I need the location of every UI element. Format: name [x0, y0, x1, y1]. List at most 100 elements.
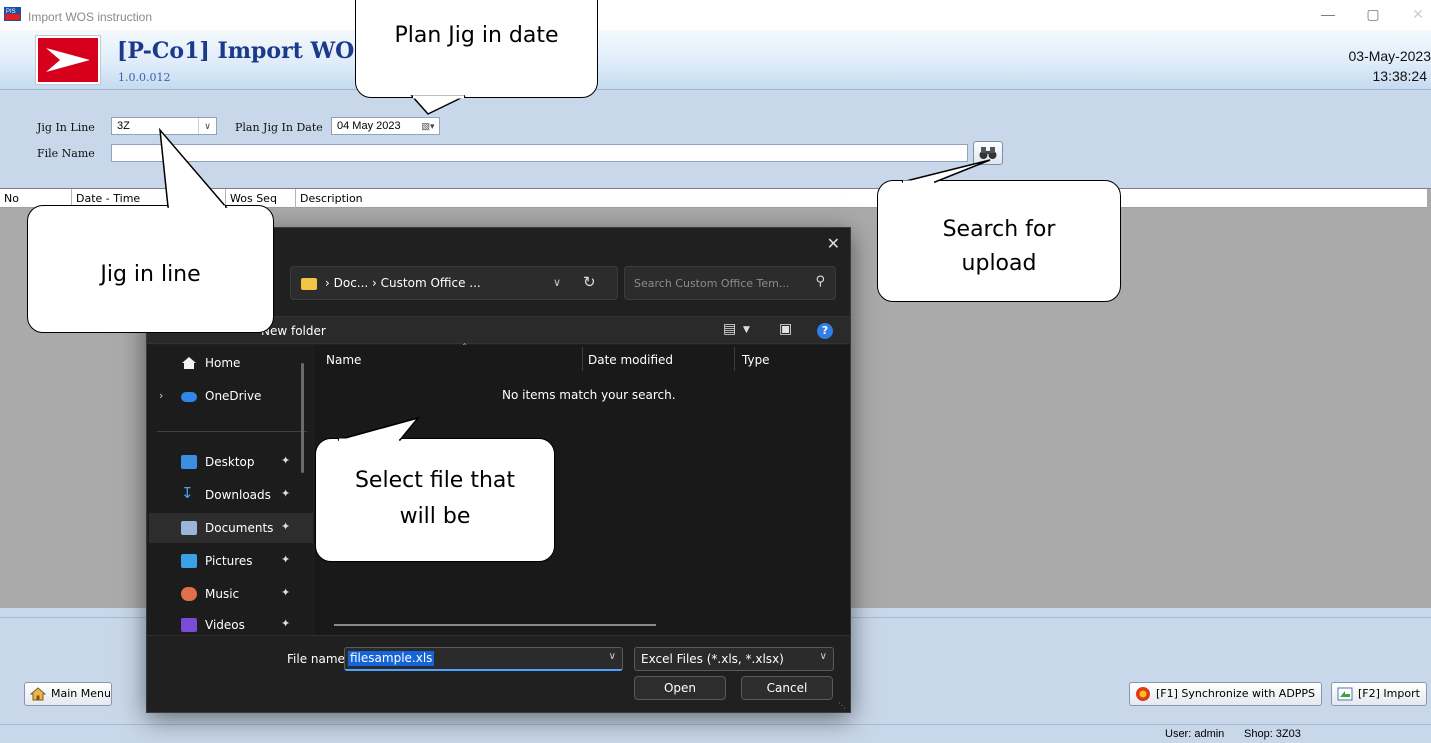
binoculars-icon — [979, 147, 997, 159]
search-placeholder: Search Custom Office Tem... — [634, 277, 790, 290]
music-icon — [181, 587, 197, 601]
calendar-dropdown-icon[interactable]: ▧▾ — [417, 118, 439, 134]
pin-icon[interactable]: ✦ — [281, 454, 290, 467]
svg-text:PIS: PIS — [6, 9, 16, 15]
callout-plan-date: Plan Jig in date — [355, 0, 598, 98]
column-separator[interactable] — [582, 347, 583, 371]
dialog-close-button[interactable]: ✕ — [827, 234, 840, 253]
pin-icon[interactable]: ✦ — [281, 617, 290, 630]
desktop-icon — [181, 455, 197, 469]
nav-label: Videos — [205, 618, 245, 632]
preview-pane-icon[interactable]: ▣ — [779, 321, 792, 337]
plan-jig-in-date-picker[interactable]: 04 May 2023 ▧▾ — [331, 117, 440, 135]
document-icon — [181, 521, 197, 535]
header-date: 03-May-2023 — [1348, 48, 1431, 64]
import-button[interactable]: [F2] Import — [1331, 682, 1427, 706]
view-options-icon[interactable]: ▤ — [723, 321, 736, 337]
jig-in-line-label: Jig In Line — [37, 121, 95, 134]
callout-select-file-line2: will be — [399, 504, 471, 529]
video-icon — [181, 618, 197, 632]
plan-jig-in-date-value: 04 May 2023 — [337, 120, 401, 132]
refresh-icon[interactable]: ↻ — [583, 273, 596, 291]
file-type-select[interactable]: Excel Files (*.xls, *.xlsx) ∨ — [634, 647, 834, 671]
nav-label: Pictures — [205, 554, 253, 568]
brand-logo-mark — [46, 48, 90, 72]
nav-label: OneDrive — [205, 389, 262, 403]
nav-desktop[interactable]: Desktop ✦ — [149, 447, 313, 477]
main-menu-button[interactable]: Main Menu — [24, 682, 112, 706]
nav-home[interactable]: Home — [149, 348, 313, 378]
callout-search-upload-line1: Search for — [942, 217, 1056, 242]
main-menu-label: Main Menu — [51, 687, 111, 700]
help-icon[interactable]: ? — [817, 323, 833, 339]
nav-music[interactable]: Music ✦ — [149, 579, 313, 609]
minimize-button[interactable]: — — [1316, 6, 1340, 22]
file-name-label: File name: — [287, 652, 349, 666]
download-icon: ↧ — [181, 484, 194, 502]
callout-select-file-line1: Select file that — [354, 468, 516, 493]
nav-label: Downloads — [205, 488, 271, 502]
close-window-button[interactable]: ✕ — [1406, 6, 1430, 23]
app-header: [P-Co1] Import WOS in 1.0.0.012 03-May-2… — [0, 30, 1431, 90]
picture-icon — [181, 554, 197, 568]
brand-logo — [35, 35, 101, 85]
column-name[interactable]: Name — [326, 353, 361, 367]
dialog-nav-pane: Home › OneDrive Desktop ✦ ↧ Downloads ✦ … — [147, 345, 313, 635]
sync-button[interactable]: [F1] Synchronize with ADPPS — [1129, 682, 1322, 706]
address-path: › Doc... › Custom Office ... — [325, 276, 481, 290]
horizontal-scrollbar[interactable] — [334, 624, 656, 626]
nav-documents[interactable]: Documents ✦ — [149, 513, 313, 543]
column-date-modified[interactable]: Date modified — [588, 353, 673, 367]
app-version: 1.0.0.012 — [118, 71, 171, 84]
chevron-down-icon[interactable]: ∨ — [553, 276, 561, 289]
maximize-button[interactable]: ▢ — [1361, 6, 1385, 23]
empty-message: No items match your search. — [502, 388, 676, 402]
status-shop: Shop: 3Z03 — [1244, 728, 1301, 740]
chevron-down-icon[interactable]: ∨ — [609, 651, 616, 662]
status-user: User: admin — [1165, 728, 1225, 740]
callout-jig-line: Jig in line — [27, 205, 274, 333]
home-icon — [181, 356, 197, 370]
chevron-down-icon: ∨ — [198, 118, 216, 134]
file-name-value[interactable]: filesample.xls — [348, 651, 435, 666]
folder-icon — [301, 278, 317, 290]
chevron-down-icon[interactable]: ▼ — [743, 325, 750, 335]
address-bar[interactable]: › Doc... › Custom Office ... ∨ ↻ — [290, 266, 618, 300]
sync-icon — [1136, 687, 1150, 701]
home-icon — [30, 687, 46, 701]
resize-grip-icon[interactable]: ⋱ — [838, 701, 846, 710]
column-type[interactable]: Type — [742, 353, 770, 367]
pin-icon[interactable]: ✦ — [281, 520, 290, 533]
nav-separator — [157, 431, 307, 432]
chevron-right-icon[interactable]: › — [159, 389, 163, 402]
column-separator[interactable] — [734, 347, 735, 371]
nav-scrollbar[interactable] — [301, 363, 304, 473]
plan-jig-in-date-label: Plan Jig In Date — [235, 121, 323, 134]
sync-label: [F1] Synchronize with ADPPS — [1156, 687, 1316, 700]
callout-select-file-tail — [337, 416, 421, 442]
nav-pictures[interactable]: Pictures ✦ — [149, 546, 313, 576]
file-name-combo[interactable]: filesample.xls ∨ — [344, 647, 623, 671]
pin-icon[interactable]: ✦ — [281, 553, 290, 566]
callout-search-upload: Search for upload — [877, 180, 1121, 302]
pin-icon[interactable]: ✦ — [281, 487, 290, 500]
import-label: [F2] Import — [1358, 687, 1420, 700]
import-icon — [1337, 687, 1353, 701]
nav-label: Home — [205, 356, 241, 370]
callout-plan-date-text: Plan Jig in date — [394, 23, 559, 48]
header-time: 13:38:24 — [1372, 68, 1428, 84]
window-titlebar: PIS Import WOS instruction — ▢ ✕ — [0, 0, 1431, 30]
search-box[interactable]: Search Custom Office Tem... ⚲ — [624, 266, 836, 300]
cancel-button[interactable]: Cancel — [741, 676, 833, 700]
status-bar: User: admin Shop: 3Z03 — [0, 724, 1431, 743]
file-name-input[interactable] — [111, 144, 968, 162]
nav-downloads[interactable]: ↧ Downloads ✦ — [149, 480, 313, 510]
open-button[interactable]: Open — [634, 676, 726, 700]
jig-in-line-select[interactable]: 3Z ∨ — [111, 117, 217, 135]
nav-label: Desktop — [205, 455, 255, 469]
file-type-value: Excel Files (*.xls, *.xlsx) — [641, 652, 784, 666]
grid-col-description[interactable]: Description — [296, 189, 1427, 208]
nav-onedrive[interactable]: › OneDrive — [149, 381, 313, 411]
pin-icon[interactable]: ✦ — [281, 586, 290, 599]
callout-search-upload-line2: upload — [961, 251, 1037, 276]
